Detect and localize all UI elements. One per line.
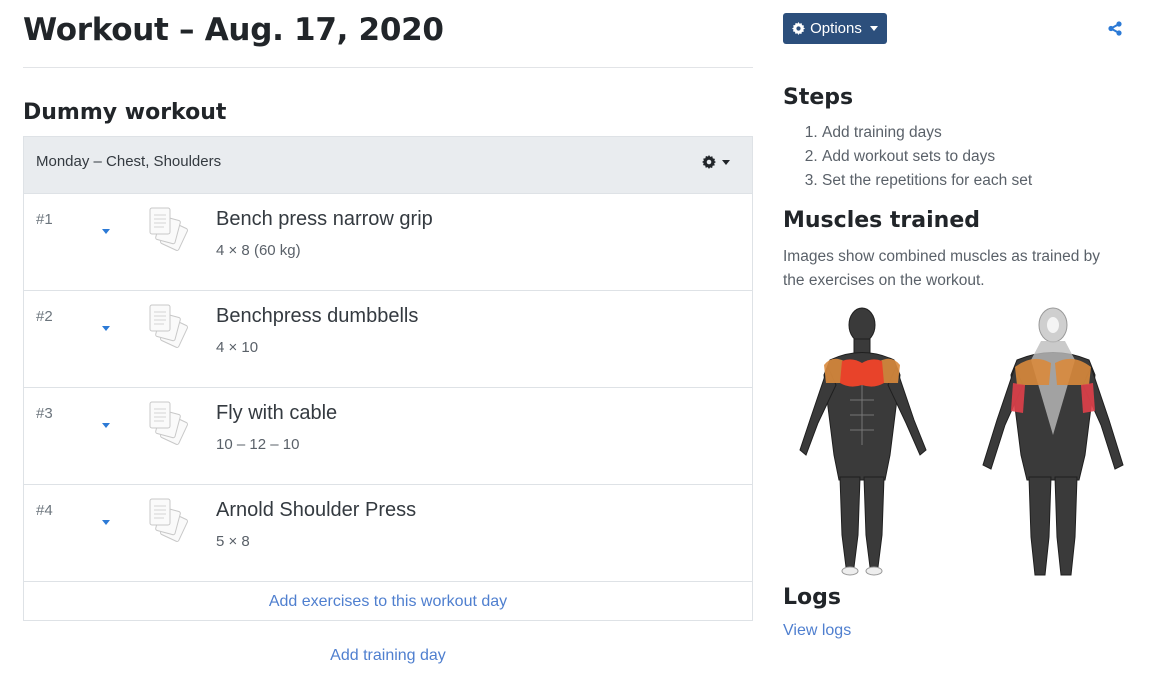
exercise-menu-toggle[interactable] <box>102 510 110 529</box>
exercise-name[interactable]: Bench press narrow grip <box>216 208 433 231</box>
exercise-row: #4 Arnold Shoulder Press 5 × 8 <box>24 485 752 582</box>
exercise-row: #1 Bench press narrow grip 4 × 8 (60 kg) <box>24 194 752 291</box>
exercise-sets: 10 – 12 – 10 <box>216 436 300 453</box>
exercise-sets: 4 × 10 <box>216 339 259 356</box>
exercise-sets: 4 × 8 (60 kg) <box>216 242 301 259</box>
training-day-card: Monday – Chest, Shoulders #1 Bench press… <box>23 136 753 621</box>
exercise-name[interactable]: Fly with cable <box>216 402 337 425</box>
step-item: Add training days <box>822 121 1032 145</box>
chevron-down-icon <box>869 26 878 31</box>
exercise-row: #2 Benchpress dumbbells 4 × 10 <box>24 291 752 388</box>
chevron-down-icon <box>722 159 730 165</box>
training-day-title: Monday – Chest, Shoulders <box>36 153 222 170</box>
step-item: Set the repetitions for each set <box>822 169 1032 193</box>
exercise-placeholder-image-icon <box>149 401 188 445</box>
chevron-down-icon <box>102 423 110 428</box>
divider <box>23 67 753 68</box>
muscles-heading: Muscles trained <box>783 208 980 233</box>
muscles-front-image <box>799 307 927 576</box>
muscles-back-image <box>982 307 1124 576</box>
exercise-number: #4 <box>36 502 53 519</box>
page-title: Workout – Aug. 17, 2020 <box>23 12 444 48</box>
add-exercises-row: Add exercises to this workout day <box>24 582 752 620</box>
add-exercises-link[interactable]: Add exercises to this workout day <box>269 593 507 610</box>
exercise-placeholder-image-icon <box>149 304 188 348</box>
muscles-description: Images show combined muscles as trained … <box>783 248 1101 289</box>
exercise-menu-toggle[interactable] <box>102 413 110 432</box>
exercise-name[interactable]: Arnold Shoulder Press <box>216 499 416 522</box>
logs-heading: Logs <box>783 585 841 610</box>
steps-heading: Steps <box>783 85 854 110</box>
exercise-placeholder-image-icon <box>149 207 188 251</box>
exercise-sets: 5 × 8 <box>216 533 250 550</box>
exercise-placeholder-image-icon <box>149 498 188 542</box>
workout-name: Dummy workout <box>23 100 227 125</box>
chevron-down-icon <box>102 229 110 234</box>
step-item: Add workout sets to days <box>822 145 1032 169</box>
exercise-menu-toggle[interactable] <box>102 219 110 238</box>
chevron-down-icon <box>102 520 110 525</box>
exercise-name[interactable]: Benchpress dumbbells <box>216 305 418 328</box>
share-icon[interactable] <box>1108 21 1122 36</box>
gear-icon <box>702 155 716 169</box>
exercise-row: #3 Fly with cable 10 – 12 – 10 <box>24 388 752 485</box>
options-label: Options <box>810 20 862 37</box>
steps-list: Add training days Add workout sets to da… <box>783 121 1032 193</box>
exercise-menu-toggle[interactable] <box>102 316 110 335</box>
exercise-number: #3 <box>36 405 53 422</box>
view-logs-link[interactable]: View logs <box>783 622 851 640</box>
exercise-number: #1 <box>36 211 53 228</box>
day-options-dropdown[interactable] <box>702 155 730 169</box>
exercise-number: #2 <box>36 308 53 325</box>
options-button[interactable]: Options <box>783 13 887 44</box>
chevron-down-icon <box>102 326 110 331</box>
gear-icon <box>792 22 806 35</box>
training-day-header: Monday – Chest, Shoulders <box>24 137 752 194</box>
add-training-day-link[interactable]: Add training day <box>330 647 446 664</box>
